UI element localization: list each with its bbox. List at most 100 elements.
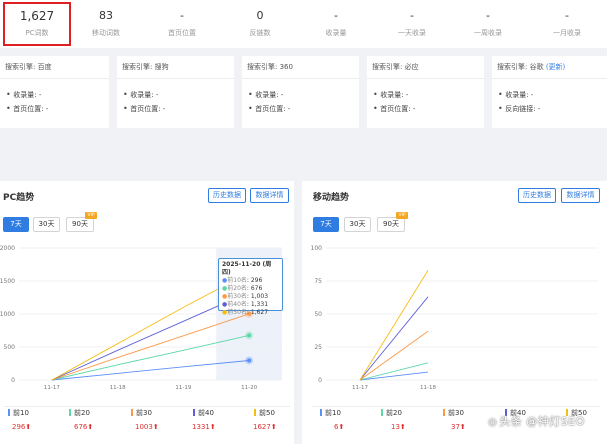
legend-value: 37⬆: [451, 423, 466, 431]
tooltip-row: ●前20名: 676: [222, 285, 263, 292]
mobile-tab-30d[interactable]: 30天: [344, 217, 371, 232]
engine-title: 搜索引擎: 谷歌 (更新): [497, 63, 566, 71]
stat-label: 反链数: [249, 29, 271, 37]
y-tick-label: 2000: [0, 245, 15, 252]
stat-value: -: [180, 9, 184, 22]
mobile-history-button[interactable]: 历史数据: [518, 188, 556, 203]
engine-row: • 收录量: -: [498, 90, 534, 99]
x-tick-label: 11-18: [110, 385, 126, 391]
stat-label: 一周收录: [474, 29, 502, 37]
engine-card-google: 搜索引擎: 谷歌 (更新) • 收录量: - • 反向链接: -: [492, 56, 607, 128]
legend-item-top20[interactable]: 前20: [69, 408, 90, 418]
legend-item-top40[interactable]: 前40: [193, 408, 214, 418]
legend-item-top10[interactable]: 前10: [320, 408, 341, 418]
stat-indexed[interactable]: - 收录量: [300, 0, 372, 48]
legend-item-top10[interactable]: 前10: [8, 408, 29, 418]
legend-value: 1003⬆: [135, 423, 159, 431]
tooltip-date: 2025-11-20 (周四): [222, 261, 272, 276]
x-tick-label: 11-17: [44, 385, 60, 391]
divider: [492, 78, 607, 79]
engine-row: • 首页位置: -: [6, 104, 49, 113]
divider: [117, 78, 234, 79]
legend-value: 296⬆: [12, 423, 32, 431]
mobile-details-button[interactable]: 数据详情: [561, 188, 600, 203]
panel-title: 移动趋势: [313, 193, 350, 203]
pc-tab-30d[interactable]: 30天: [33, 217, 60, 232]
update-link[interactable]: (更新): [546, 63, 565, 71]
engine-row: • 收录量: -: [373, 90, 409, 99]
legend-value: 13⬆: [391, 423, 406, 431]
x-tick-label: 11-20: [241, 385, 257, 391]
tooltip-row: ●前30名: 1,003: [222, 293, 269, 300]
stat-backlinks[interactable]: 0 反链数: [224, 0, 296, 48]
legend-value: 676⬆: [74, 423, 94, 431]
tooltip-row: ●前40名: 1,331: [222, 301, 269, 308]
engine-row: • 收录量: -: [6, 90, 42, 99]
stat-home-position[interactable]: - 首页位置: [146, 0, 218, 48]
legend-value: 1331⬆: [192, 423, 216, 431]
chart-tooltip: 2025-11-20 (周四) ●前10名: 296 ●前20名: 676 ●前…: [218, 258, 283, 316]
stats-bar: 1,627 PC词数 83 移动词数 - 首页位置 0 反链数 - 收录量 - …: [0, 0, 607, 48]
mobile-tab-7d[interactable]: 7天: [313, 217, 339, 232]
engine-card-bing: 搜索引擎: 必应 • 收录量: - • 首页位置: -: [367, 56, 484, 128]
y-tick-label: 0: [318, 377, 322, 384]
stat-value: -: [334, 9, 338, 22]
legend-divider: [4, 406, 290, 407]
mobile-tab-90d[interactable]: 90天: [377, 217, 405, 232]
vip-badge: VIP: [396, 212, 408, 219]
pc-tab-90d[interactable]: 90天: [66, 217, 94, 232]
stat-value: -: [486, 9, 490, 22]
y-tick-label: 1000: [0, 311, 15, 318]
series-line-top10: [359, 371, 429, 381]
legend-item-top20[interactable]: 前20: [381, 408, 402, 418]
stat-indexed-week[interactable]: - 一周收录: [452, 0, 524, 48]
y-tick-label: 75: [314, 278, 322, 285]
vip-badge: VIP: [85, 212, 97, 219]
tooltip-row: ●前50名: 1,627: [222, 309, 269, 316]
stat-label: 移动词数: [92, 29, 120, 37]
legend-item-top30[interactable]: 前30: [443, 408, 464, 418]
y-tick-label: 500: [4, 344, 16, 351]
engine-row: • 首页位置: -: [373, 104, 416, 113]
y-tick-label: 50: [314, 311, 322, 318]
mobile-trend-chart: 0 25 50 75 100 11-17 11-18: [311, 245, 598, 391]
engine-title: 搜索引擎: 百度: [5, 63, 52, 71]
legend-item-top50[interactable]: 前50: [254, 408, 275, 418]
pc-tab-7d[interactable]: 7天: [3, 217, 29, 232]
stat-indexed-month[interactable]: - 一月收录: [531, 0, 603, 48]
x-tick-label: 11-17: [352, 385, 368, 391]
watermark: ◎ 头条 @神灯SEO: [488, 415, 585, 428]
stat-label: 一天收录: [398, 29, 426, 37]
stat-label: 首页位置: [168, 29, 196, 37]
divider: [242, 78, 359, 79]
engine-title: 搜索引擎: 搜狗: [122, 63, 169, 71]
engine-title: 搜索引擎: 必应: [372, 63, 419, 71]
stat-mobile-words[interactable]: 83 移动词数: [70, 0, 142, 48]
engine-row: • 收录量: -: [248, 90, 284, 99]
y-tick-label: 1500: [0, 278, 15, 285]
stat-label: 一月收录: [553, 29, 581, 37]
stat-value: 0: [256, 9, 264, 22]
engine-card-baidu: 搜索引擎: 百度 • 收录量: - • 首页位置: -: [0, 56, 109, 128]
engine-card-360: 搜索引擎: 360 • 收录量: - • 首页位置: -: [242, 56, 359, 128]
legend-divider: [312, 406, 600, 407]
x-tick-label: 11-18: [420, 385, 436, 391]
engine-row: • 首页位置: -: [248, 104, 291, 113]
pc-details-button[interactable]: 数据详情: [250, 188, 289, 203]
point-top20: [247, 333, 252, 338]
point-top10: [247, 358, 252, 363]
highlight-box: [3, 2, 71, 46]
y-tick-label: 0: [11, 377, 15, 384]
engine-row: • 首页位置: -: [123, 104, 166, 113]
stat-value: -: [565, 9, 569, 22]
legend-item-top30[interactable]: 前30: [131, 408, 152, 418]
watermark-icon: ◎: [488, 417, 498, 428]
pc-history-button[interactable]: 历史数据: [208, 188, 246, 203]
y-tick-label: 25: [314, 344, 322, 351]
stat-indexed-day[interactable]: - 一天收录: [376, 0, 448, 48]
x-tick-label: 11-19: [175, 385, 191, 391]
tooltip-row: ●前10名: 296: [222, 277, 263, 284]
legend-value: 1627⬆: [253, 423, 277, 431]
series-line-top50: [359, 270, 429, 381]
stat-value: -: [410, 9, 414, 22]
